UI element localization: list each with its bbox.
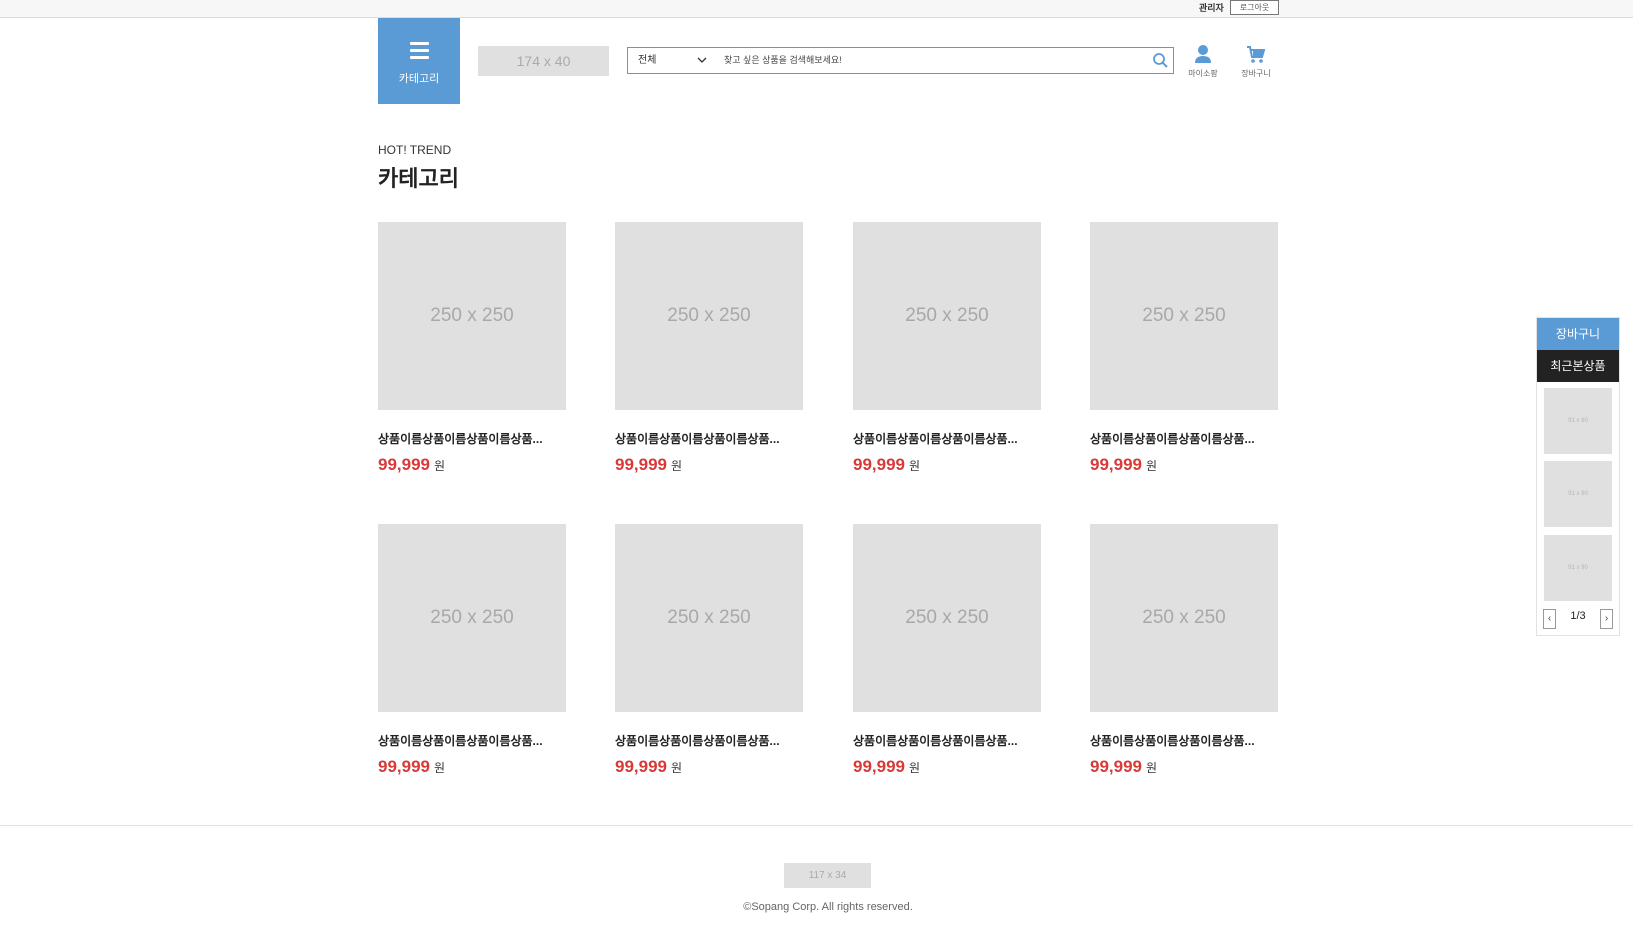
mypage-link[interactable]: 마이소팡 — [1184, 44, 1222, 79]
logout-button[interactable]: 로그아웃 — [1230, 0, 1279, 15]
recent-product-thumb[interactable]: 91 x 90 — [1544, 461, 1612, 527]
quick-side-panel: 장바구니 최근본상품 91 x 90 91 x 90 91 x 90 1/3 ‹… — [1536, 317, 1620, 636]
price-value: 99,999 — [378, 455, 430, 474]
product-price: 99,999 원 — [615, 455, 803, 475]
price-value: 99,999 — [1090, 757, 1142, 776]
product-card[interactable]: 250 x 250 상품이름상품이름상품이름상품... 99,999 원 — [378, 222, 566, 475]
product-image[interactable]: 250 x 250 — [378, 222, 566, 410]
search-input[interactable] — [724, 52, 1144, 68]
price-value: 99,999 — [853, 455, 905, 474]
product-image[interactable]: 250 x 250 — [1090, 222, 1278, 410]
recent-product-thumb[interactable]: 91 x 90 — [1544, 388, 1612, 454]
site-logo[interactable]: 174 x 40 — [478, 46, 609, 76]
cart-label: 장바구니 — [1241, 69, 1271, 78]
price-value: 99,999 — [378, 757, 430, 776]
product-price: 99,999 원 — [378, 757, 566, 777]
admin-link[interactable]: 관리자 — [1199, 1, 1224, 14]
product-card[interactable]: 250 x 250 상품이름상품이름상품이름상품... 99,999 원 — [1090, 222, 1278, 475]
product-image[interactable]: 250 x 250 — [615, 524, 803, 712]
search-icon[interactable] — [1152, 52, 1169, 69]
product-card[interactable]: 250 x 250 상품이름상품이름상품이름상품... 99,999 원 — [615, 524, 803, 777]
footer-divider — [0, 825, 1633, 826]
product-name[interactable]: 상품이름상품이름상품이름상품... — [853, 430, 1041, 447]
price-value: 99,999 — [853, 757, 905, 776]
page-title: 카테고리 — [378, 166, 459, 191]
product-price: 99,999 원 — [378, 455, 566, 475]
category-menu-label: 카테고리 — [398, 73, 440, 85]
product-name[interactable]: 상품이름상품이름상품이름상품... — [378, 732, 566, 749]
product-price: 99,999 원 — [1090, 455, 1278, 475]
product-name[interactable]: 상품이름상품이름상품이름상품... — [853, 732, 1041, 749]
product-image[interactable]: 250 x 250 — [1090, 524, 1278, 712]
mypage-label: 마이소팡 — [1188, 69, 1218, 78]
section-eyebrow: HOT! TREND — [378, 143, 452, 157]
price-currency: 원 — [909, 459, 921, 473]
price-currency: 원 — [909, 761, 921, 775]
chevron-down-icon[interactable] — [697, 55, 707, 65]
chevron-right-icon[interactable]: › — [1600, 609, 1613, 629]
product-image[interactable]: 250 x 250 — [853, 524, 1041, 712]
product-price: 99,999 원 — [853, 455, 1041, 475]
price-currency: 원 — [434, 761, 446, 775]
user-icon — [1195, 45, 1211, 63]
product-card[interactable]: 250 x 250 상품이름상품이름상품이름상품... 99,999 원 — [615, 222, 803, 475]
search-category-select[interactable]: 전체 — [638, 48, 656, 73]
product-image[interactable]: 250 x 250 — [378, 524, 566, 712]
menu-icon — [410, 42, 429, 63]
product-name[interactable]: 상품이름상품이름상품이름상품... — [378, 430, 566, 447]
product-name[interactable]: 상품이름상품이름상품이름상품... — [1090, 430, 1278, 447]
footer-logo: 117 x 34 — [784, 863, 871, 888]
category-menu-button[interactable]: 카테고리 — [378, 18, 460, 104]
product-name[interactable]: 상품이름상품이름상품이름상품... — [615, 430, 803, 447]
product-card[interactable]: 250 x 250 상품이름상품이름상품이름상품... 99,999 원 — [853, 524, 1041, 777]
product-name[interactable]: 상품이름상품이름상품이름상품... — [615, 732, 803, 749]
price-value: 99,999 — [615, 757, 667, 776]
copyright-text: ©Sopang Corp. All rights reserved. — [743, 901, 913, 913]
cart-icon — [1247, 46, 1266, 63]
chevron-left-icon[interactable]: ‹ — [1543, 609, 1556, 629]
price-currency: 원 — [671, 761, 683, 775]
price-currency: 원 — [671, 459, 683, 473]
top-utility-bar: 관리자 로그아웃 — [0, 0, 1633, 18]
product-price: 99,999 원 — [615, 757, 803, 777]
product-image[interactable]: 250 x 250 — [615, 222, 803, 410]
product-price: 99,999 원 — [1090, 757, 1278, 777]
price-currency: 원 — [1146, 761, 1158, 775]
price-currency: 원 — [1146, 459, 1158, 473]
cart-link[interactable]: 장바구니 — [1236, 44, 1276, 79]
side-recent-tab[interactable]: 최근본상품 — [1537, 350, 1619, 382]
product-card[interactable]: 250 x 250 상품이름상품이름상품이름상품... 99,999 원 — [378, 524, 566, 777]
side-cart-tab[interactable]: 장바구니 — [1537, 318, 1619, 350]
product-price: 99,999 원 — [853, 757, 1041, 777]
product-image[interactable]: 250 x 250 — [853, 222, 1041, 410]
recent-product-thumb[interactable]: 91 x 90 — [1544, 535, 1612, 601]
price-currency: 원 — [434, 459, 446, 473]
price-value: 99,999 — [615, 455, 667, 474]
price-value: 99,999 — [1090, 455, 1142, 474]
product-name[interactable]: 상품이름상품이름상품이름상품... — [1090, 732, 1278, 749]
product-card[interactable]: 250 x 250 상품이름상품이름상품이름상품... 99,999 원 — [1090, 524, 1278, 777]
product-card[interactable]: 250 x 250 상품이름상품이름상품이름상품... 99,999 원 — [853, 222, 1041, 475]
search-bar: 전체 — [627, 47, 1174, 74]
